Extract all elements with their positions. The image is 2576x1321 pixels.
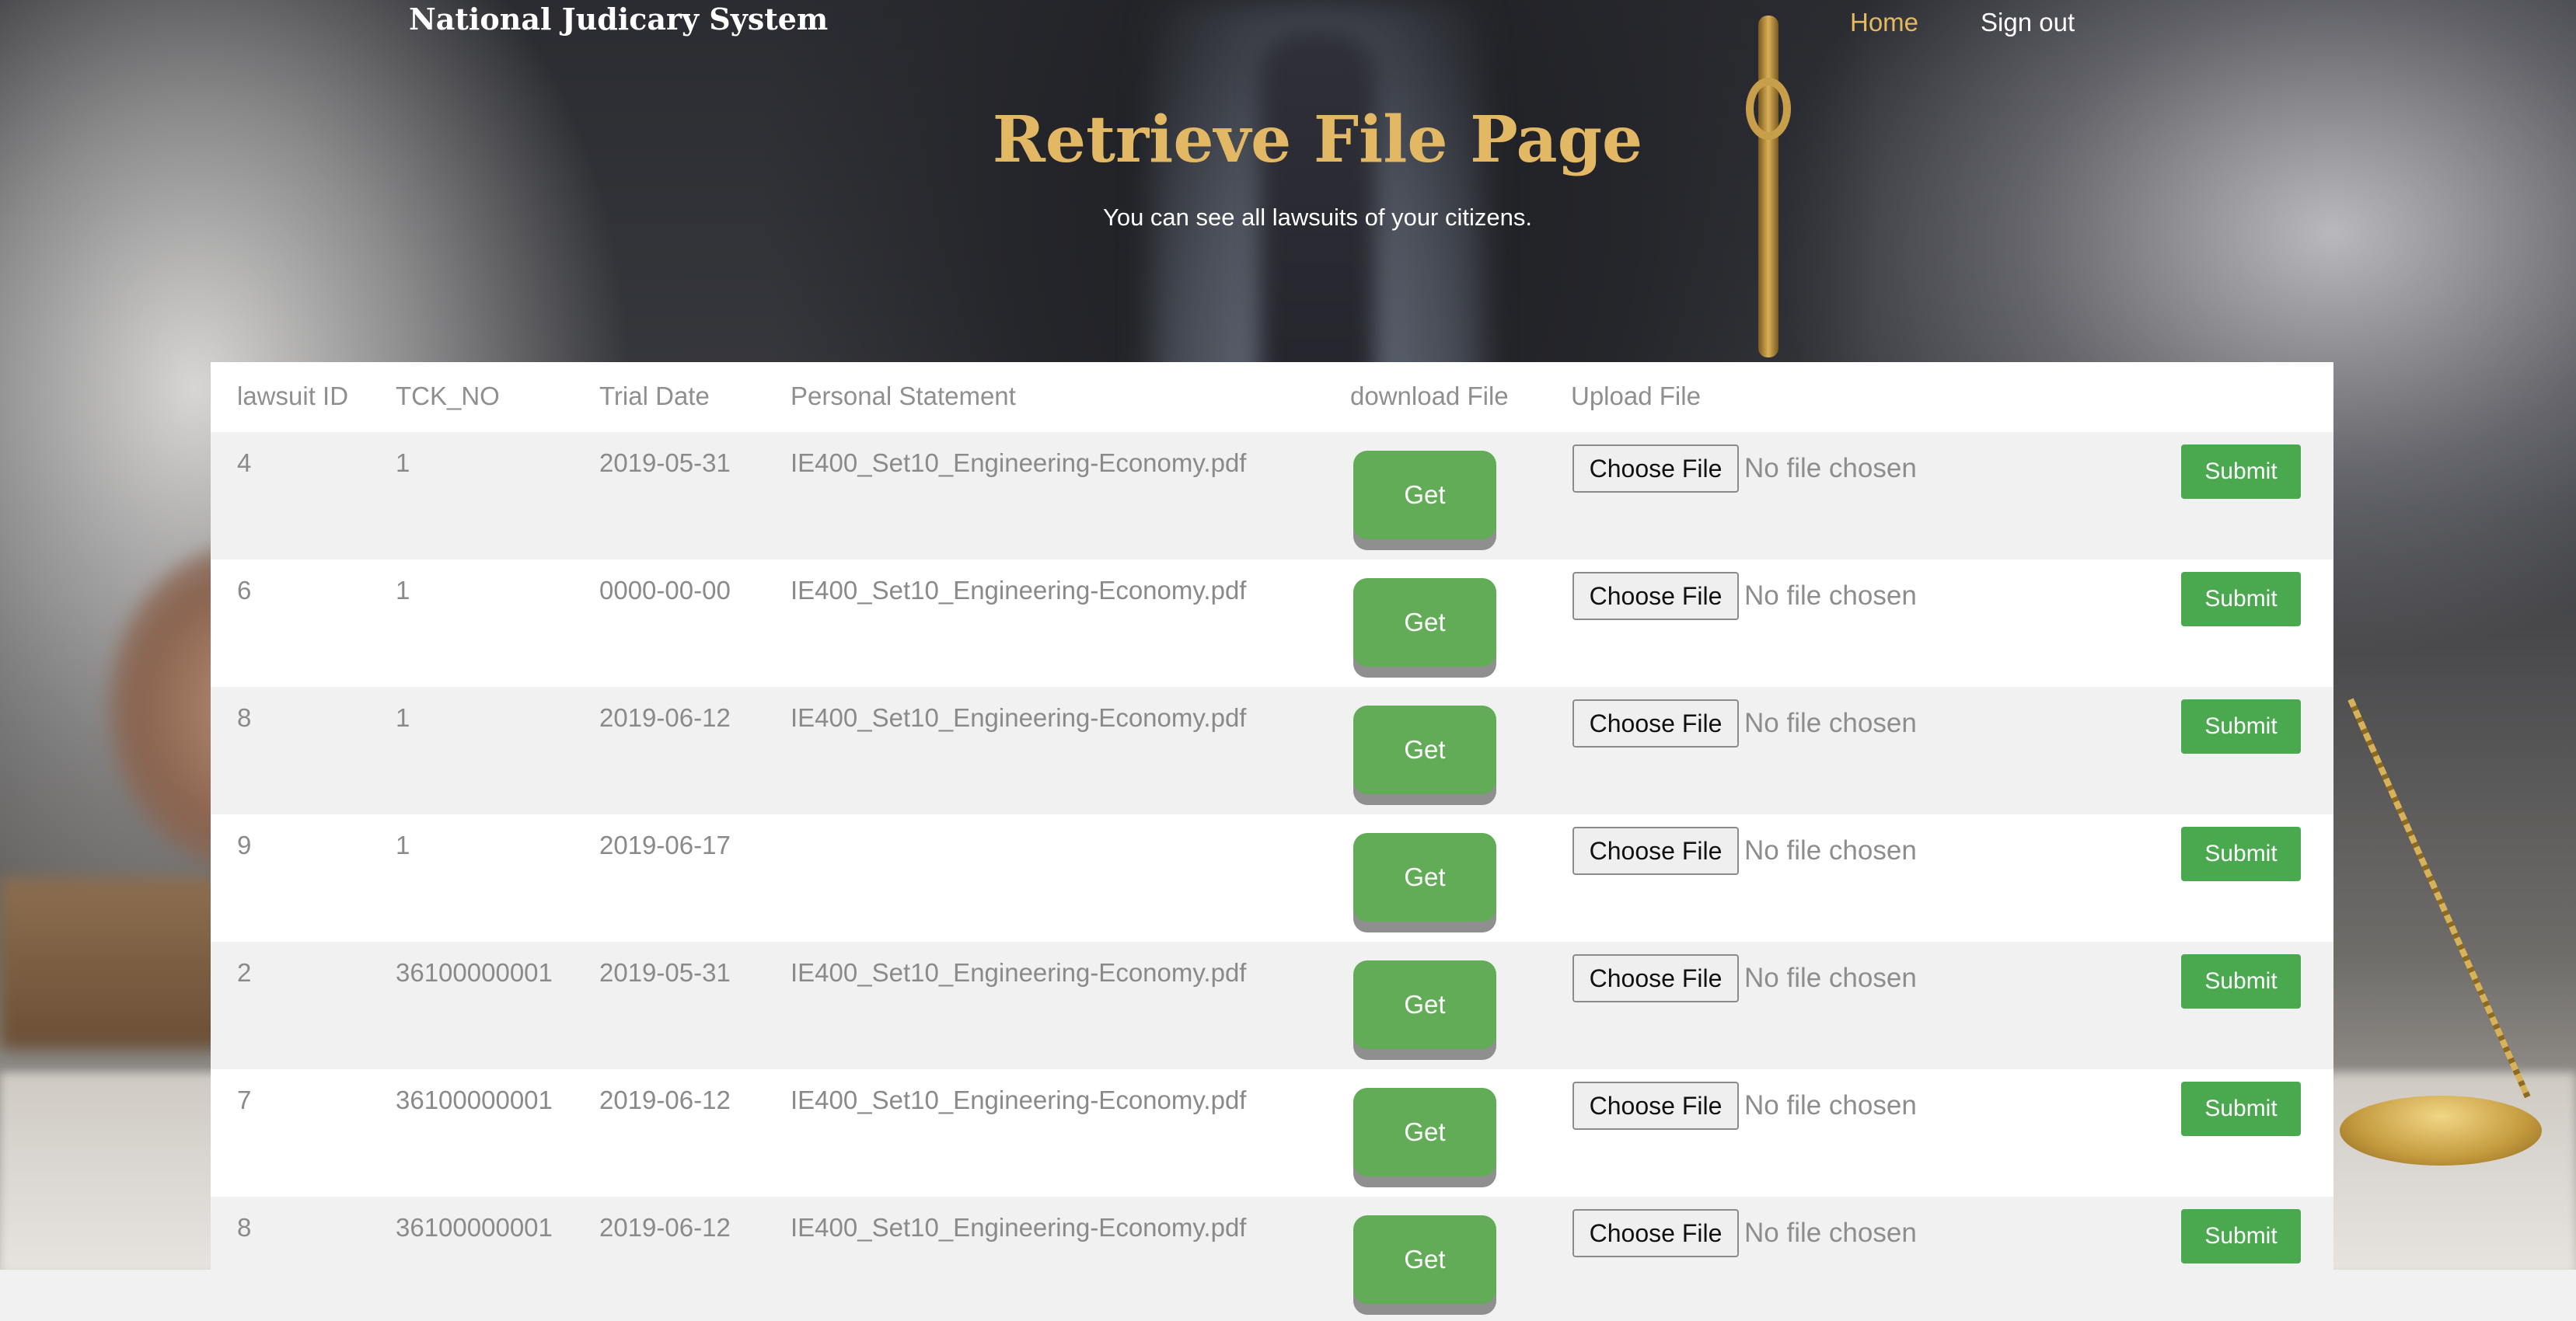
cell-personal-statement: IE400_Set10_Engineering-Economy.pdf <box>791 958 1247 987</box>
bg-scale-chain <box>2347 698 2531 1099</box>
choose-file-button[interactable]: Choose File <box>1572 827 1739 875</box>
cell-personal-statement: IE400_Set10_Engineering-Economy.pdf <box>791 703 1247 732</box>
submit-upload-button[interactable]: Submit <box>2181 699 2301 754</box>
submit-upload-button[interactable]: Submit <box>2181 954 2301 1009</box>
nav-sign-out-link[interactable]: Sign out <box>1981 5 2075 40</box>
top-nav: Home Sign out <box>1850 5 2075 40</box>
no-file-chosen-label: No file chosen <box>1744 963 1917 993</box>
cell-tck-no: 36100000001 <box>396 958 553 987</box>
page-subtitle: You can see all lawsuits of your citizen… <box>1103 204 1532 231</box>
page-title: Retrieve File Page <box>992 103 1643 177</box>
choose-file-button[interactable]: Choose File <box>1572 954 1739 1002</box>
table-row: 6 1 0000-00-00 IE400_Set10_Engineering-Econ… <box>211 559 2333 687</box>
cell-lawsuit-id: 4 <box>237 448 252 477</box>
cell-tck-no: 36100000001 <box>396 1213 553 1242</box>
submit-upload-button[interactable]: Submit <box>2181 827 2301 881</box>
get-file-button[interactable]: Get <box>1353 833 1496 922</box>
cell-trial-date: 2019-05-31 <box>599 958 731 987</box>
bg-scale-stem <box>1758 16 1778 357</box>
cell-personal-statement: IE400_Set10_Engineering-Economy.pdf <box>791 448 1247 477</box>
get-file-button[interactable]: Get <box>1353 1088 1496 1176</box>
cell-lawsuit-id: 7 <box>237 1086 252 1114</box>
cell-lawsuit-id: 8 <box>237 1213 252 1242</box>
cell-personal-statement: IE400_Set10_Engineering-Economy.pdf <box>791 576 1247 605</box>
get-file-button[interactable]: Get <box>1353 960 1496 1049</box>
cell-lawsuit-id: 9 <box>237 831 252 859</box>
brand-title: National Judicary System <box>409 2 829 37</box>
table-row: 9 1 2019-06-17 Get Choose File No file chosen… <box>211 814 2333 942</box>
cell-lawsuit-id: 2 <box>237 958 252 987</box>
choose-file-button[interactable]: Choose File <box>1572 444 1739 493</box>
cell-personal-statement: IE400_Set10_Engineering-Economy.pdf <box>791 1213 1247 1242</box>
submit-upload-button[interactable]: Submit <box>2181 1209 2301 1263</box>
no-file-chosen-label: No file chosen <box>1744 1090 1917 1121</box>
choose-file-button[interactable]: Choose File <box>1572 1082 1739 1130</box>
cell-trial-date: 0000-00-00 <box>599 576 731 605</box>
bg-scale-plate <box>2340 1096 2542 1166</box>
cell-tck-no: 1 <box>396 831 410 859</box>
header-download-file: download File <box>1350 382 1509 410</box>
table-row: 8 36100000001 2019-06-12 IE400_Set10_Engine… <box>211 1197 2333 1321</box>
cell-tck-no: 1 <box>396 576 410 605</box>
choose-file-button[interactable]: Choose File <box>1572 699 1739 748</box>
cell-trial-date: 2019-06-17 <box>599 831 731 859</box>
header-trial-date: Trial Date <box>599 382 710 410</box>
submit-upload-button[interactable]: Submit <box>2181 1082 2301 1136</box>
get-file-button[interactable]: Get <box>1353 578 1496 667</box>
get-file-button[interactable]: Get <box>1353 1215 1496 1304</box>
table-header-row: lawsuit ID TCK_NO Trial Date Personal St… <box>211 362 2333 432</box>
no-file-chosen-label: No file chosen <box>1744 453 1917 483</box>
submit-upload-button[interactable]: Submit <box>2181 572 2301 626</box>
cell-personal-statement: IE400_Set10_Engineering-Economy.pdf <box>791 1086 1247 1114</box>
cell-trial-date: 2019-06-12 <box>599 1086 731 1114</box>
no-file-chosen-label: No file chosen <box>1744 1218 1917 1248</box>
header-personal-statement: Personal Statement <box>791 382 1016 410</box>
cell-tck-no: 1 <box>396 703 410 732</box>
no-file-chosen-label: No file chosen <box>1744 835 1917 866</box>
cell-trial-date: 2019-05-31 <box>599 448 731 477</box>
header-lawsuit-id: lawsuit ID <box>237 382 349 410</box>
table-row: 4 1 2019-05-31 IE400_Set10_Engineering-Econ… <box>211 432 2333 559</box>
choose-file-button[interactable]: Choose File <box>1572 572 1739 620</box>
cell-lawsuit-id: 6 <box>237 576 252 605</box>
cell-trial-date: 2019-06-12 <box>599 703 731 732</box>
header-upload-file: Upload File <box>1571 382 1701 410</box>
table-row: 2 36100000001 2019-05-31 IE400_Set10_Engine… <box>211 942 2333 1069</box>
no-file-chosen-label: No file chosen <box>1744 708 1917 738</box>
header-tck-no: TCK_NO <box>396 382 500 410</box>
lawsuits-table: lawsuit ID TCK_NO Trial Date Personal St… <box>211 362 2333 1321</box>
nav-home-link[interactable]: Home <box>1850 5 1918 40</box>
table-row: 7 36100000001 2019-06-12 IE400_Set10_Engine… <box>211 1069 2333 1197</box>
no-file-chosen-label: No file chosen <box>1744 580 1917 611</box>
cell-lawsuit-id: 8 <box>237 703 252 732</box>
cell-trial-date: 2019-06-12 <box>599 1213 731 1242</box>
table-row: 8 1 2019-06-12 IE400_Set10_Engineering-Econ… <box>211 687 2333 814</box>
submit-upload-button[interactable]: Submit <box>2181 444 2301 499</box>
cell-tck-no: 36100000001 <box>396 1086 553 1114</box>
cell-tck-no: 1 <box>396 448 410 477</box>
get-file-button[interactable]: Get <box>1353 706 1496 794</box>
choose-file-button[interactable]: Choose File <box>1572 1209 1739 1257</box>
get-file-button[interactable]: Get <box>1353 451 1496 539</box>
